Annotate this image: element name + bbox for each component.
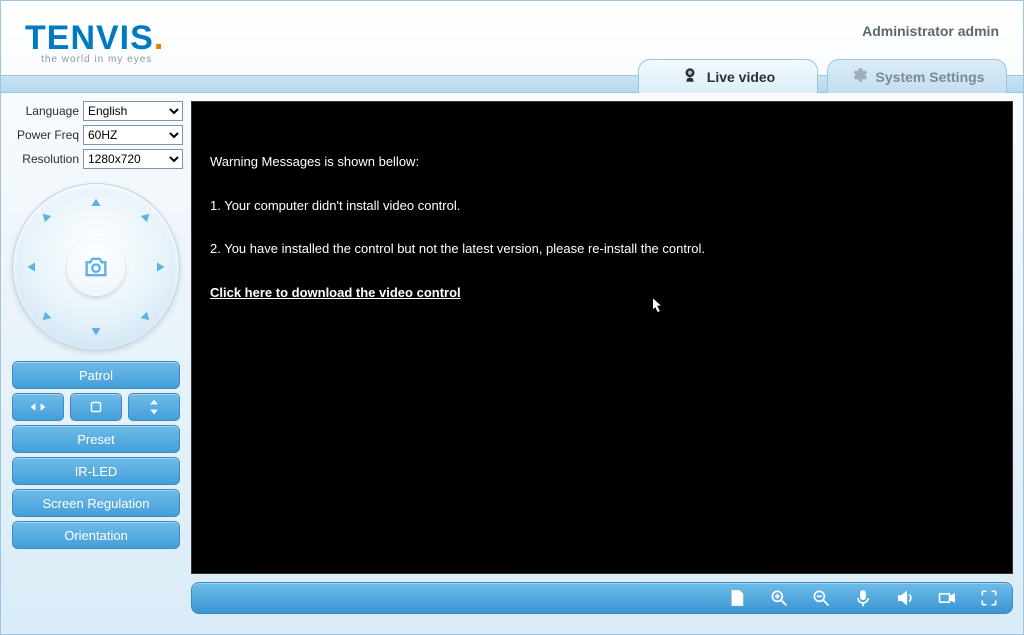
speaker-button[interactable] <box>894 587 916 609</box>
screen-regulation-button[interactable]: Screen Regulation <box>12 489 180 517</box>
tab-row: Live video System Settings <box>1 59 1023 93</box>
brand-dot-icon: . <box>154 19 164 57</box>
power-freq-row: Power Freq 60HZ <box>9 125 183 145</box>
patrol-button[interactable]: Patrol <box>12 361 180 389</box>
orientation-label: Orientation <box>64 528 128 543</box>
brand-name-text: TENVIS <box>25 19 154 57</box>
vertical-scan-button[interactable] <box>128 393 180 421</box>
patrol-label: Patrol <box>79 368 113 383</box>
zoom-in-icon <box>769 588 789 608</box>
microphone-icon <box>853 588 873 608</box>
warning-line-2: 2. You have installed the control but no… <box>210 239 994 259</box>
record-button[interactable] <box>936 587 958 609</box>
warning-header: Warning Messages is shown bellow: <box>210 152 994 172</box>
ptz-down-button[interactable] <box>86 321 106 341</box>
fullscreen-button[interactable] <box>978 587 1000 609</box>
tab-live-video[interactable]: Live video <box>638 59 818 93</box>
horizontal-scan-button[interactable] <box>12 393 64 421</box>
speaker-icon <box>895 588 915 608</box>
power-freq-select[interactable]: 60HZ <box>83 125 183 145</box>
tab-live-label: Live video <box>707 69 775 85</box>
video-pane: Warning Messages is shown bellow: 1. You… <box>191 101 1013 574</box>
ir-led-button[interactable]: IR-LED <box>12 457 180 485</box>
language-label: Language <box>9 104 79 118</box>
vertical-arrows-icon <box>145 398 163 416</box>
zoom-out-icon <box>811 588 831 608</box>
ptz-mini-row <box>12 393 180 421</box>
language-row: Language English <box>9 101 183 121</box>
ptz-left-button[interactable] <box>22 257 42 277</box>
video-camera-icon <box>937 588 957 608</box>
zoom-out-button[interactable] <box>810 587 832 609</box>
fullscreen-icon <box>979 588 999 608</box>
preset-button[interactable]: Preset <box>12 425 180 453</box>
sidebar: Language English Power Freq 60HZ Resolut… <box>9 101 183 624</box>
brand-name: TENVIS. <box>25 19 164 58</box>
ir-led-label: IR-LED <box>75 464 118 479</box>
page-icon <box>727 588 747 608</box>
snapshot-tool-button[interactable] <box>726 587 748 609</box>
admin-user-label: Administrator admin <box>862 23 999 39</box>
stop-button[interactable] <box>70 393 122 421</box>
webcam-icon <box>681 66 699 87</box>
warning-line-1: 1. Your computer didn't install video co… <box>210 196 994 216</box>
main-area: Language English Power Freq 60HZ Resolut… <box>1 93 1023 634</box>
ptz-up-button[interactable] <box>86 193 106 213</box>
bottom-toolbar <box>191 582 1013 614</box>
tab-system-settings[interactable]: System Settings <box>827 59 1007 93</box>
tab-settings-label: System Settings <box>876 69 985 85</box>
zoom-in-button[interactable] <box>768 587 790 609</box>
header: TENVIS. the world in my eyes Administrat… <box>1 1 1023 93</box>
ptz-snapshot-button[interactable] <box>67 238 125 296</box>
resolution-label: Resolution <box>9 152 79 166</box>
resolution-row: Resolution 1280x720 <box>9 149 183 169</box>
stop-icon <box>87 398 105 416</box>
gear-icon <box>850 66 868 87</box>
download-control-link[interactable]: Click here to download the video control <box>210 285 461 300</box>
resolution-select[interactable]: 1280x720 <box>83 149 183 169</box>
orientation-button[interactable]: Orientation <box>12 521 180 549</box>
horizontal-arrows-icon <box>29 398 47 416</box>
preset-label: Preset <box>77 432 115 447</box>
microphone-button[interactable] <box>852 587 874 609</box>
ptz-right-button[interactable] <box>150 257 170 277</box>
camera-icon <box>82 253 110 281</box>
power-freq-label: Power Freq <box>9 128 79 142</box>
ptz-control <box>12 183 180 351</box>
language-select[interactable]: English <box>83 101 183 121</box>
screen-regulation-label: Screen Regulation <box>43 496 150 511</box>
